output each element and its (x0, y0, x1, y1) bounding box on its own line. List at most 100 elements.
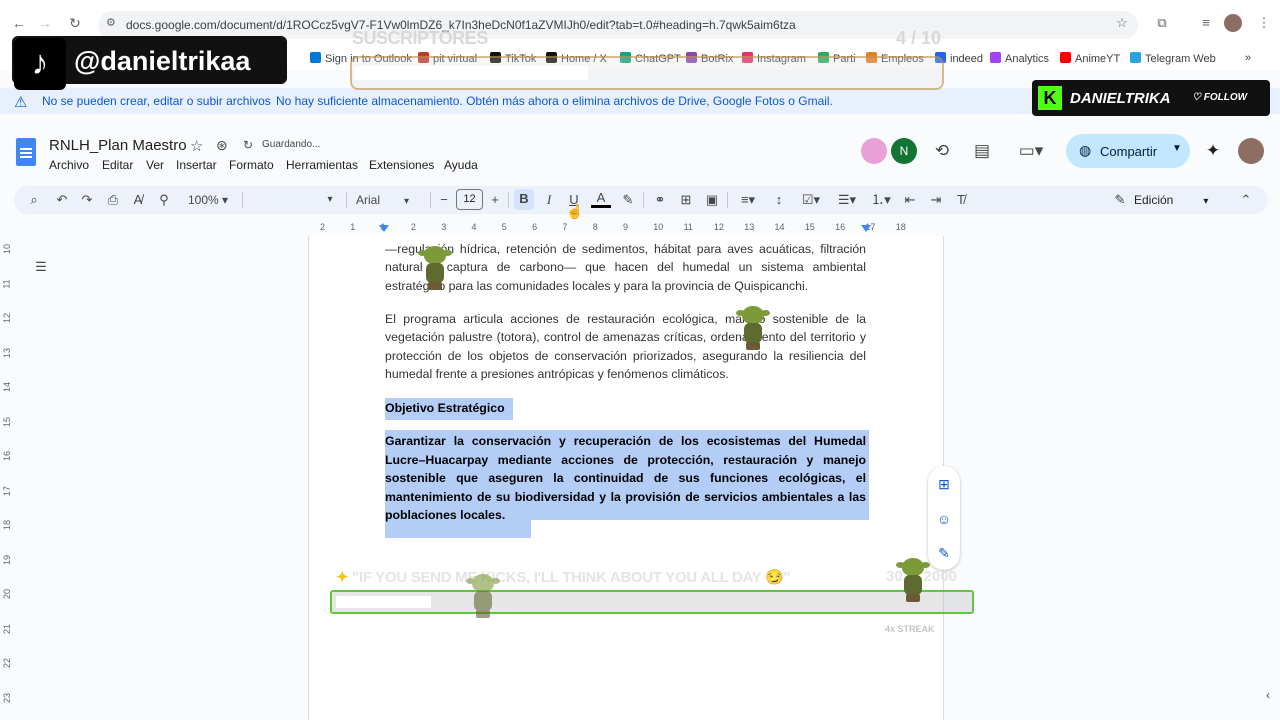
reload-icon[interactable]: ↻ (66, 14, 84, 32)
bookmark-item[interactable]: Telegram Web (1130, 52, 1216, 65)
insert-image-icon[interactable]: ▣ (702, 190, 722, 210)
redo-icon[interactable]: ↷ (77, 190, 97, 210)
italic-icon[interactable]: I (539, 190, 559, 210)
version-history-icon[interactable]: ⟲ (931, 140, 953, 162)
bold-icon[interactable]: B (514, 189, 534, 210)
checklist-icon[interactable]: ☑▾ (796, 190, 826, 210)
profile-avatar[interactable] (1224, 14, 1242, 32)
objective-heading[interactable]: Objetivo Estratégico (385, 400, 505, 416)
extensions-icon[interactable]: ⧉ (1154, 15, 1170, 31)
subscribers-goal-fill (354, 66, 588, 80)
decrease-font-icon[interactable]: − (434, 190, 454, 210)
scroll-side-panel-icon[interactable]: ‹ (1266, 688, 1270, 702)
media-icon[interactable]: ≡ (1198, 15, 1214, 31)
vertical-ruler-number: 19 (2, 554, 13, 565)
save-status: Guardando... (262, 139, 321, 150)
objective-paragraph[interactable]: Garantizar la conservación y recuperació… (385, 432, 866, 525)
suggest-edit-icon[interactable]: ✎ (934, 543, 954, 563)
paragraph-services[interactable]: —regulación hídrica, retención de sedime… (385, 240, 866, 295)
star-icon[interactable]: ☆ (190, 137, 203, 155)
menu-herramientas[interactable]: Herramientas (286, 158, 358, 172)
meet-icon[interactable]: ▭▾ (1014, 140, 1048, 162)
menu-ver[interactable]: Ver (146, 158, 164, 172)
kick-follow-label: ♡ FOLLOW (1192, 88, 1262, 108)
bookmark-item[interactable]: AnimeYT (1060, 52, 1120, 65)
menu-formato[interactable]: Formato (229, 158, 274, 172)
collaborator-avatar-n[interactable]: N (891, 138, 917, 164)
ruler-number: 3 (441, 222, 447, 232)
vertical-ruler (0, 236, 14, 720)
bookmark-item[interactable]: Analytics (990, 52, 1049, 65)
docs-logo-icon[interactable] (16, 138, 36, 166)
collaborator-avatar[interactable] (861, 138, 887, 164)
account-avatar[interactable] (1238, 138, 1264, 164)
ruler-number: 14 (774, 222, 785, 232)
ruler-number: 7 (562, 222, 568, 232)
add-comment-icon[interactable]: ⊞ (934, 474, 954, 494)
ruler-number: 8 (592, 222, 598, 232)
link-icon[interactable]: ⚭ (650, 190, 670, 210)
back-icon[interactable]: ← (10, 14, 28, 32)
menu-ayuda[interactable]: Ayuda (444, 158, 478, 172)
zoom-select[interactable]: 100% ▾ (180, 190, 236, 210)
bookmark-star-icon[interactable]: ☆ (1114, 15, 1130, 31)
print-icon[interactable]: ⎙ (103, 190, 123, 210)
share-dropdown-icon[interactable]: ▼ (1172, 143, 1182, 154)
right-indent-marker[interactable] (861, 225, 871, 232)
comments-icon[interactable]: ▤ (971, 140, 993, 162)
globe-icon: ◍ (1079, 142, 1092, 158)
bookmark-label: Telegram Web (1145, 53, 1216, 65)
increase-indent-icon[interactable]: ⇥ (926, 190, 946, 210)
spellcheck-icon[interactable]: A̸ (128, 190, 148, 210)
kick-goal-fill (336, 596, 431, 608)
warning-message[interactable]: No hay suficiente almacenamiento. Obtén … (276, 94, 833, 108)
pencil-icon: ✎ (1114, 192, 1126, 207)
goblin-sticker (418, 246, 452, 290)
menu-editar[interactable]: Editar (102, 158, 133, 172)
add-comment-icon[interactable]: ⊞ (676, 190, 696, 210)
site-info-icon[interactable]: ⚙ (106, 16, 116, 29)
editing-mode-select[interactable]: Edición ▾ (1134, 190, 1234, 210)
style-dropdown[interactable]: ▾ (320, 190, 340, 210)
text-color-icon[interactable]: A (591, 190, 611, 208)
paint-format-icon[interactable]: ⚲ (154, 190, 174, 210)
ruler-number: 5 (501, 222, 507, 232)
menu-dots-icon[interactable]: ⋮ (1256, 15, 1272, 31)
font-size-input[interactable]: 12 (456, 189, 483, 210)
search-menus-icon[interactable]: ⌕ (24, 190, 44, 210)
bullet-list-icon[interactable]: ☰▾ (832, 190, 862, 210)
kick-goal-text: ✦ "IF YOU SEND ME KICKS, I'LL THINK ABOU… (336, 568, 791, 586)
collapse-menus-icon[interactable]: ⌃ (1236, 190, 1256, 210)
move-folder-icon[interactable]: ⊛ (216, 137, 228, 154)
decrease-indent-icon[interactable]: ⇤ (900, 190, 920, 210)
add-emoji-icon[interactable]: ☺ (934, 509, 954, 529)
vertical-ruler-number: 15 (2, 416, 13, 427)
highlight-icon[interactable]: ✎ (618, 190, 638, 210)
menu-archivo[interactable]: Archivo (49, 158, 89, 172)
vertical-ruler-number: 22 (2, 657, 13, 669)
warning-icon: ⚠ (14, 94, 28, 111)
goblin-sticker (736, 306, 770, 350)
toolbar-divider (727, 192, 728, 208)
more-bookmarks-icon[interactable]: » (1245, 52, 1251, 64)
clear-formatting-icon[interactable]: T̸ (951, 190, 971, 210)
document-title[interactable]: RNLH_Plan Maestro (49, 137, 187, 154)
menu-extensiones[interactable]: Extensiones (369, 158, 434, 172)
align-icon[interactable]: ≡▾ (734, 190, 762, 210)
numbered-list-icon[interactable]: ⒈▾ (866, 190, 896, 210)
tiktok-logo-icon: ♪ (14, 38, 66, 90)
paragraph-program[interactable]: El programa articula acciones de restaur… (385, 310, 866, 383)
menu-insertar[interactable]: Insertar (176, 158, 217, 172)
gemini-icon[interactable]: ✦ (1202, 140, 1224, 162)
undo-icon[interactable]: ↶ (52, 190, 72, 210)
forward-icon[interactable]: → (36, 14, 54, 32)
bookmark-favicon-icon (310, 52, 321, 63)
line-spacing-icon[interactable]: ↕ (768, 190, 790, 210)
font-select[interactable]: Arial ▾ (356, 190, 426, 210)
document-outline-icon[interactable]: ☰ (32, 258, 50, 276)
toolbar-divider (430, 192, 431, 208)
kick-logo-icon: K (1038, 86, 1062, 110)
ruler-number: 6 (532, 222, 538, 232)
left-indent-marker[interactable] (379, 225, 389, 232)
increase-font-icon[interactable]: + (485, 190, 505, 210)
